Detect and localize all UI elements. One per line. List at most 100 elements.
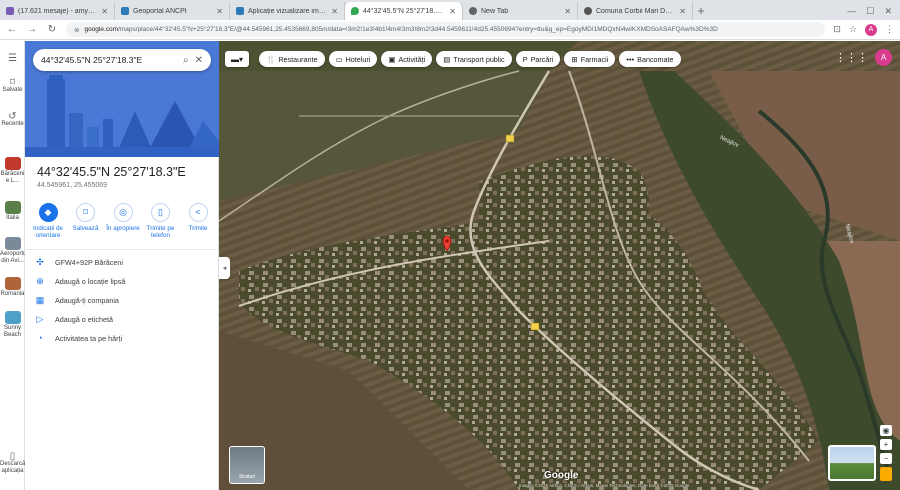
account-avatar[interactable]: A <box>875 49 892 66</box>
action-label: Trimite pe telefon <box>146 225 175 239</box>
street-view-preview[interactable] <box>828 445 876 481</box>
send-to-phone-button[interactable]: ▯ Trimite pe telefon <box>144 203 178 239</box>
new-tab-button[interactable]: + <box>693 2 709 20</box>
browser-tab[interactable]: (17.621 mesaje) - amy_dragon ✕ <box>0 2 115 20</box>
share-button[interactable]: < Trimite <box>181 203 215 239</box>
tab-title: Aplicație vizualizare imobile <box>248 7 328 15</box>
bookmark-icon: ⌑ <box>76 203 95 222</box>
zoom-in-button[interactable]: + <box>880 439 892 450</box>
place-thumbnail <box>4 201 21 214</box>
close-icon[interactable]: ✕ <box>101 7 108 16</box>
add-place-icon: ⊕ <box>36 276 44 286</box>
zoom-out-button[interactable]: − <box>880 453 892 464</box>
close-window-button[interactable]: ✕ <box>884 6 892 17</box>
nearby-button[interactable]: ◎ În apropiere <box>106 203 140 239</box>
layers-button[interactable]: ▬▾ <box>225 51 249 67</box>
back-icon[interactable]: ← <box>6 24 18 35</box>
rail-recent-place[interactable]: Sunny Beach <box>0 311 25 339</box>
chip-pharmacies[interactable]: ⊞ Farmacii <box>564 51 616 67</box>
tab-strip: (17.621 mesaje) - amy_dragon ✕ Geoportal … <box>0 0 900 20</box>
satellite-imagery[interactable] <box>219 41 900 490</box>
search-box[interactable]: 44°32'45.5"N 25°27'18.3"E ⌕ ✕ <box>33 49 211 71</box>
install-app-icon[interactable]: ⊡ <box>833 24 841 35</box>
add-business-row[interactable]: ▦ Adaugă-ți compania <box>35 295 213 306</box>
satellite-map[interactable]: Neajlov Neajlov ▬▾ 🍴 Restaurante ▭ Hotelur… <box>219 41 900 490</box>
rail-label: Recente <box>1 121 24 127</box>
search-icon[interactable]: ⌕ <box>183 55 189 66</box>
search-input[interactable]: 44°32'45.5"N 25°27'18.3"E <box>41 55 177 65</box>
pluscode-icon: ✣ <box>36 257 44 267</box>
close-icon[interactable]: ✕ <box>331 7 338 16</box>
rail-recent[interactable]: ↺ Recente <box>0 111 25 128</box>
zoom-controls: ◉ + − <box>880 425 892 481</box>
atm-icon: ••• <box>626 54 635 64</box>
reload-icon[interactable]: ↻ <box>46 24 58 35</box>
bookmark-star-icon[interactable]: ☆ <box>849 24 857 35</box>
chip-activities[interactable]: ▣ Activități <box>381 51 433 67</box>
hotel-icon: ▭ <box>335 54 343 64</box>
close-icon[interactable]: ✕ <box>564 7 571 16</box>
transit-icon: ▤ <box>443 54 451 64</box>
maps-activity-row[interactable]: ◔ Activitatea ta pe hărți <box>35 333 213 343</box>
plus-code-text: GFW4+92P Bărăceni <box>55 258 123 267</box>
close-icon[interactable]: ✕ <box>195 55 203 66</box>
add-missing-place-row[interactable]: ⊕ Adaugă o locație lipsă <box>35 276 213 287</box>
maximize-button[interactable]: ☐ <box>866 6 874 17</box>
forward-icon[interactable]: → <box>26 24 38 35</box>
site-info-icon[interactable]: ⊜ <box>74 26 79 34</box>
close-icon[interactable]: ✕ <box>216 7 223 16</box>
rail-download-app[interactable]: ▯ Descarcă aplicația <box>0 452 25 475</box>
directions-button[interactable]: ◆ Indicații de orientare <box>31 203 65 239</box>
action-label: În apropiere <box>106 225 140 232</box>
rail-recent-place[interactable]: Italia <box>0 201 25 222</box>
collapse-panel-button[interactable]: ◂ <box>219 257 230 279</box>
favicon-icon <box>584 7 592 15</box>
category-chips: 🍴 Restaurante ▭ Hoteluri ▣ Activități ▤ Tran… <box>259 51 681 67</box>
history-icon: ↺ <box>8 111 17 122</box>
pegman-icon[interactable] <box>880 467 892 481</box>
menu-icon[interactable]: ☰ <box>0 54 25 64</box>
rail-recent-place[interactable]: Aeroportul din Avi... <box>0 237 28 265</box>
browser-tab[interactable]: Geoportal ANCPI ✕ <box>115 2 230 20</box>
tab-title: New Tab <box>481 7 509 15</box>
chip-label: Hoteluri <box>345 54 371 64</box>
close-icon[interactable]: ✕ <box>679 7 686 16</box>
rail-label: Aeroportul din Avi... <box>0 251 28 264</box>
browser-tab[interactable]: New Tab ✕ <box>463 2 578 20</box>
layers-thumbnail-button[interactable]: Straturi <box>229 446 265 484</box>
window-controls: — ☐ ✕ <box>847 2 900 20</box>
tab-title: Comuna Corbii Mari Dâmbovița <box>596 7 675 15</box>
browser-tab[interactable]: Comuna Corbii Mari Dâmbovița ✕ <box>578 2 693 20</box>
chip-label: Restaurante <box>278 54 318 64</box>
chip-transit[interactable]: ▤ Transport public <box>436 51 512 67</box>
more-menu-icon[interactable]: ⋮ <box>885 24 894 35</box>
place-thumbnail <box>4 277 21 290</box>
save-button[interactable]: ⌑ Salvează <box>69 203 103 239</box>
place-title: 44°32'45.5"N 25°27'18.3"E <box>37 165 186 179</box>
google-apps-icon[interactable]: ⋮⋮⋮ <box>835 51 868 64</box>
add-label-row[interactable]: ▷ Adaugă o etichetă <box>35 314 213 325</box>
place-panel: 44°32'45.5"N 25°27'18.3"E ⌕ ✕ 44°32'45.5… <box>25 41 219 490</box>
minimize-button[interactable]: — <box>847 6 856 16</box>
chip-hotels[interactable]: ▭ Hoteluri <box>328 51 378 67</box>
address-bar[interactable]: ⊜ google.com/maps/place/44°32'45.5"N+25°… <box>66 22 826 37</box>
compass-icon[interactable]: ◉ <box>880 425 892 436</box>
place-thumbnail <box>4 311 21 324</box>
browser-tab-active[interactable]: 44°32'45.5"N 25°27'18.3"E - Google Maps✕ <box>345 2 463 20</box>
browser-tab[interactable]: Aplicație vizualizare imobile ✕ <box>230 2 345 20</box>
place-thumbnail <box>4 237 21 250</box>
rail-saved[interactable]: ⌑ Salvate <box>0 78 25 94</box>
layers-icon: ▬▾ <box>230 54 243 64</box>
rail-recent-place[interactable]: Bărăceni e L... <box>0 157 25 185</box>
plus-code-row[interactable]: ✣ GFW4+92P Bărăceni <box>35 257 213 268</box>
browser-toolbar: ← → ↻ ⊜ google.com/maps/place/44°32'45.5… <box>0 20 900 40</box>
tab-title: 44°32'45.5"N 25°27'18.3"E - Google Maps <box>363 7 446 15</box>
chip-atms[interactable]: ••• Bancomate <box>619 51 681 67</box>
chip-restaurants[interactable]: 🍴 Restaurante <box>259 51 325 67</box>
rail-recent-place[interactable]: Romania <box>0 277 25 298</box>
close-icon[interactable]: ✕ <box>449 7 456 16</box>
rail-label: Sunny Beach <box>3 325 21 338</box>
profile-avatar[interactable]: A <box>865 23 877 36</box>
chip-parking[interactable]: P Parcări <box>515 51 561 67</box>
business-icon: ▦ <box>35 295 45 305</box>
